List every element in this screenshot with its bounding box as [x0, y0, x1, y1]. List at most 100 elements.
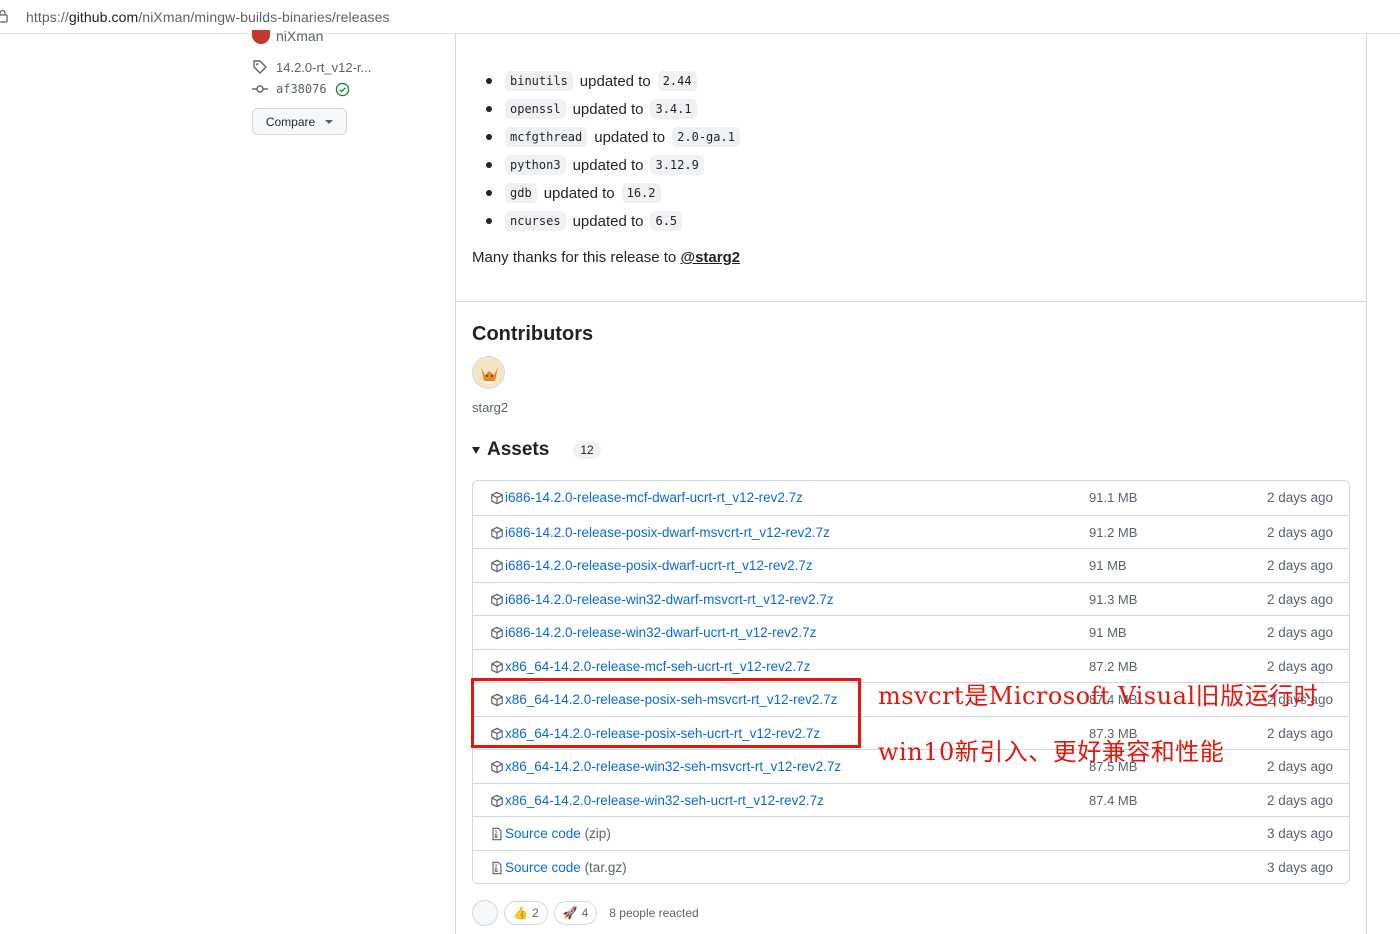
asset-date: 3 days ago [1266, 826, 1333, 841]
asset-download-link[interactable]: x86_64-14.2.0-release-win32-seh-msvcrt-r… [505, 759, 841, 774]
package-update-item: mcfgthread updated to 2.0-ga.1 [472, 123, 1072, 151]
asset-row: i686-14.2.0-release-win32-dwarf-ucrt-rt_… [473, 615, 1349, 649]
asset-date: 2 days ago [1266, 490, 1333, 505]
package-version: 2.44 [657, 71, 697, 91]
url-prefix: https:// [26, 9, 69, 25]
asset-date: 2 days ago [1266, 524, 1333, 540]
thumbs-up-icon: 👍 [513, 906, 528, 920]
lock-icon [0, 9, 8, 23]
assets-toggle[interactable]: Assets 12 [472, 439, 601, 461]
asset-size: 91 MB [1089, 558, 1127, 573]
thanks-text: Many thanks for this release to [472, 249, 681, 266]
commit-hash: af38076 [276, 82, 327, 96]
reaction-thumbs-up[interactable]: 👍 2 [504, 901, 548, 925]
asset-download-link[interactable]: i686-14.2.0-release-win32-dwarf-msvcrt-r… [505, 592, 834, 607]
package-updates-list: binutils updated to 2.44 openssl updated to 3… [472, 67, 1072, 235]
author-avatar[interactable] [252, 30, 270, 44]
annotation-ucrt: win10新引入、更好兼容和性能 [878, 738, 1225, 766]
asset-download-link[interactable]: i686-14.2.0-release-win32-dwarf-ucrt-rt_… [505, 625, 816, 640]
contributor-mention-link[interactable]: @starg2 [680, 249, 740, 266]
package-version: 6.5 [650, 211, 683, 231]
tag-icon [253, 60, 267, 74]
package-icon [491, 491, 503, 505]
asset-date: 2 days ago [1266, 759, 1333, 774]
asset-date: 2 days ago [1266, 558, 1333, 573]
asset-size: 87.4 MB [1089, 792, 1138, 808]
asset-name: i686-14.2.0-release-posix-dwarf-ucrt-rt_… [505, 558, 813, 573]
url-path: /niXman/mingw-builds-binaries/releases [138, 9, 390, 25]
asset-date: 2 days ago [1266, 658, 1333, 674]
add-reaction-button[interactable] [472, 900, 498, 926]
caret-down-icon [325, 119, 334, 124]
reaction-rocket[interactable]: 🚀 4 [553, 901, 598, 925]
asset-size: 87.2 MB [1089, 658, 1138, 674]
asset-row: i686-14.2.0-release-posix-dwarf-ucrt-rt_… [473, 548, 1349, 582]
release-commit[interactable]: af38076 [252, 81, 350, 97]
file-zip-icon [492, 861, 502, 874]
package-update-item: python3 updated to 3.12.9 [472, 151, 1072, 179]
asset-size: 91.3 MB [1089, 591, 1138, 607]
contributor-name[interactable]: starg2 [472, 400, 508, 415]
updated-to-text: updated to [572, 212, 644, 230]
asset-row: i686-14.2.0-release-mcf-dwarf-ucrt-rt_v1… [473, 481, 1349, 515]
rocket-count: 4 [581, 906, 589, 920]
package-icon [491, 593, 503, 606]
url-text[interactable]: https://github.com/niXman/mingw-builds-b… [26, 9, 390, 25]
package-name: gdb [505, 183, 537, 203]
asset-size: 91 MB [1089, 625, 1127, 640]
asset-name: x86_64-14.2.0-release-win32-seh-msvcrt-r… [505, 759, 842, 774]
contributors-heading: Contributors [472, 323, 594, 345]
fox-avatar-icon [473, 357, 504, 388]
package-name: openssl [505, 99, 566, 119]
asset-download-link[interactable]: i686-14.2.0-release-posix-dwarf-msvcrt-r… [505, 525, 830, 540]
verified-check-icon [335, 82, 349, 96]
asset-size: 91.1 MB [1089, 490, 1138, 505]
rocket-icon: 🚀 [562, 906, 578, 920]
package-name: mcfgthread [505, 127, 588, 147]
package-version: 16.2 [621, 183, 661, 203]
updated-to-text: updated to [572, 156, 644, 174]
package-update-item: binutils updated to 2.44 [472, 67, 1072, 95]
red-highlight-box [471, 678, 861, 748]
tag-label: 14.2.0-rt_v12-r... [276, 59, 372, 75]
assets-count-badge: 12 [573, 441, 601, 459]
asset-download-link[interactable]: x86_64-14.2.0-release-win32-seh-ucrt-rt_… [505, 793, 824, 808]
asset-download-link[interactable]: i686-14.2.0-release-posix-dwarf-ucrt-rt_… [505, 558, 813, 573]
asset-download-link[interactable]: Source code (zip) [505, 826, 611, 841]
asset-download-link[interactable]: Source code (tar.gz) [505, 860, 627, 875]
section-divider [456, 301, 1366, 302]
asset-download-link[interactable]: x86_64-14.2.0-release-mcf-seh-ucrt-rt_v1… [505, 659, 810, 674]
package-icon [491, 660, 503, 673]
file-zip-icon [492, 827, 502, 841]
compare-button[interactable]: Compare [252, 108, 347, 135]
release-card: binutils updated to 2.44 openssl updated to 3… [455, 34, 1367, 934]
asset-name: i686-14.2.0-release-win32-dwarf-ucrt-rt_… [505, 625, 817, 640]
package-icon [491, 559, 503, 573]
asset-date: 2 days ago [1266, 625, 1333, 640]
assets-heading: Assets [487, 439, 550, 460]
asset-ext: (tar.gz) [580, 859, 627, 875]
asset-row: i686-14.2.0-release-posix-dwarf-msvcrt-r… [473, 514, 1349, 549]
asset-name: i686-14.2.0-release-posix-dwarf-msvcrt-r… [505, 524, 830, 540]
asset-ext: (zip) [580, 826, 611, 841]
package-icon [491, 626, 503, 640]
release-tag[interactable]: 14.2.0-rt_v12-r... [252, 59, 371, 75]
browser-address-bar[interactable]: https://github.com/niXman/mingw-builds-b… [0, 0, 1400, 34]
contributor-avatar[interactable] [472, 356, 505, 389]
reactions-summary: 8 people reacted [609, 906, 699, 920]
triangle-down-icon [472, 446, 480, 454]
package-update-item: gdb updated to 16.2 [472, 179, 1072, 207]
package-name: binutils [505, 71, 573, 91]
commit-icon [252, 85, 268, 93]
updated-to-text: updated to [579, 72, 651, 90]
package-icon [491, 526, 503, 539]
author-name[interactable]: niXman [276, 28, 323, 44]
compare-label: Compare [265, 114, 316, 129]
url-domain: github.com [68, 9, 139, 25]
updated-to-text: updated to [543, 184, 615, 202]
asset-download-link[interactable]: i686-14.2.0-release-mcf-dwarf-ucrt-rt_v1… [505, 490, 803, 505]
thumbs-up-count: 2 [531, 906, 539, 920]
package-version: 3.12.9 [650, 155, 704, 175]
asset-name: x86_64-14.2.0-release-mcf-seh-ucrt-rt_v1… [505, 658, 811, 674]
asset-date: 3 days ago [1266, 859, 1333, 875]
